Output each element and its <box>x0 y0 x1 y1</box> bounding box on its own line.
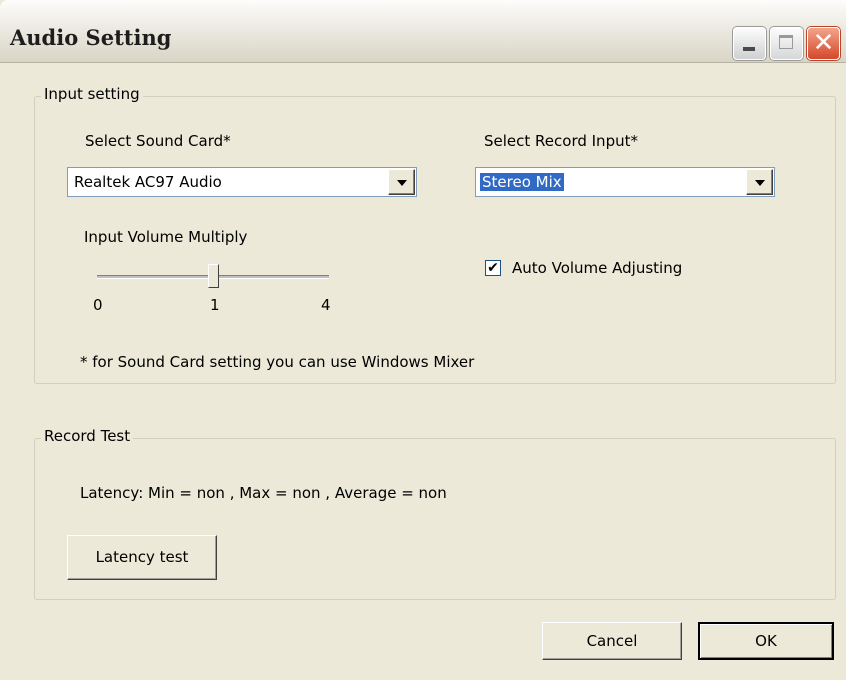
maximize-icon <box>779 35 793 49</box>
sound-card-select[interactable]: Realtek AC97 Audio <box>67 167 417 197</box>
close-icon: ✕ <box>812 28 835 58</box>
sound-card-value: Realtek AC97 Audio <box>74 173 222 191</box>
close-button[interactable]: ✕ <box>807 27 840 60</box>
volume-tick-min: 0 <box>93 296 103 314</box>
record-input-select[interactable]: Stereo Mix <box>475 167 775 197</box>
auto-volume-label[interactable]: Auto Volume Adjusting <box>512 259 682 277</box>
window-title: Audio Setting <box>10 25 172 50</box>
sound-card-label: Select Sound Card* <box>85 132 231 150</box>
ok-button[interactable]: OK <box>698 622 834 660</box>
minimize-icon <box>743 47 755 51</box>
record-input-label: Select Record Input* <box>484 132 638 150</box>
cancel-button[interactable]: Cancel <box>542 622 682 660</box>
auto-volume-checkbox[interactable]: ✔ <box>485 260 501 276</box>
ok-label: OK <box>755 632 777 650</box>
record-test-group-label: Record Test <box>41 427 134 445</box>
cancel-label: Cancel <box>586 632 638 650</box>
record-input-dropdown-arrow-icon[interactable] <box>746 169 773 195</box>
record-input-value: Stereo Mix <box>480 173 564 191</box>
volume-slider-thumb[interactable] <box>208 264 219 288</box>
sound-card-dropdown-arrow-icon[interactable] <box>388 169 415 195</box>
latency-test-button[interactable]: Latency test <box>67 535 217 580</box>
maximize-button <box>770 27 803 60</box>
sound-card-note: * for Sound Card setting you can use Win… <box>80 353 475 371</box>
minimize-button[interactable] <box>733 27 766 60</box>
input-setting-group-label: Input setting <box>41 85 143 103</box>
volume-tick-mid: 1 <box>210 296 220 314</box>
input-volume-label: Input Volume Multiply <box>84 228 248 246</box>
audio-setting-window: Audio Setting ✕ Input setting Select Sou… <box>0 0 846 680</box>
latency-readout: Latency: Min = non , Max = non , Average… <box>80 484 447 502</box>
title-bar[interactable]: Audio Setting ✕ <box>0 0 846 63</box>
volume-tick-max: 4 <box>321 296 331 314</box>
latency-test-label: Latency test <box>95 548 189 566</box>
